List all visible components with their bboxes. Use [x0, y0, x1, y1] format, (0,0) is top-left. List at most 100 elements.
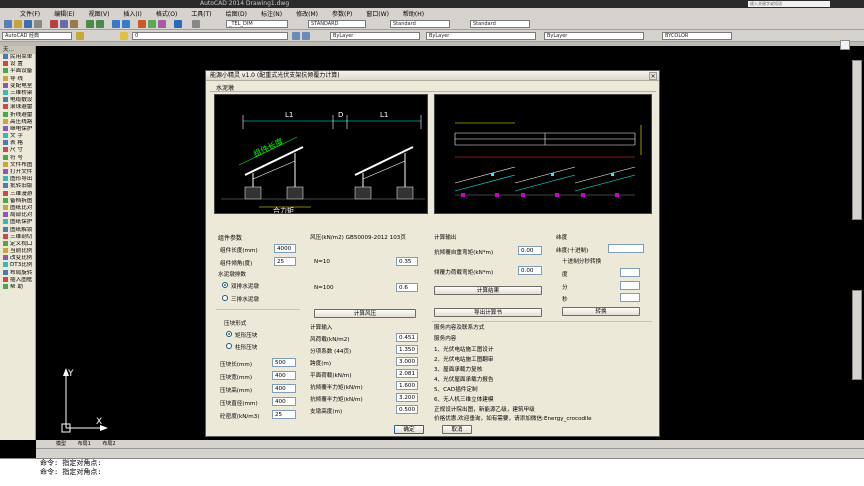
draw-toolbar[interactable]	[36, 448, 864, 458]
tablestyle-select[interactable]: Standard	[390, 20, 450, 28]
left-panel-item[interactable]: 布局旋转	[0, 269, 35, 277]
help-icon[interactable]	[174, 20, 182, 28]
pier-height-input[interactable]: 400	[272, 384, 296, 393]
new-file-icon[interactable]	[4, 20, 12, 28]
tab-layout1[interactable]: 布局1	[78, 441, 91, 447]
left-panel-item[interactable]: 图形导出	[0, 176, 35, 183]
lineweight-select[interactable]: ByLayer	[544, 32, 644, 40]
component-angle-input[interactable]: 25	[274, 257, 296, 266]
menu-view[interactable]: 视图(V)	[89, 9, 110, 18]
left-panel-item[interactable]: 三维桥架	[0, 89, 35, 97]
output-wind-moment-input[interactable]: 0.00	[518, 266, 542, 275]
calc-plane-load-input[interactable]: 2.081	[396, 369, 418, 378]
tab-layout2[interactable]: 布局2	[102, 441, 115, 447]
calc-wind-button[interactable]: 计算风压	[314, 309, 416, 318]
calc-half-moment-input-1[interactable]: 1.600	[396, 381, 418, 390]
left-panel-item[interactable]: 当前比例	[0, 248, 35, 255]
left-panel-item[interactable]: 局部比对	[0, 212, 35, 219]
modify-toolbar[interactable]	[852, 60, 862, 220]
convert-button[interactable]: 转换	[562, 307, 640, 316]
left-panel-item[interactable]: 插入图框	[0, 276, 35, 284]
draw-order-toolbar[interactable]	[852, 290, 862, 380]
print-icon[interactable]	[34, 20, 42, 28]
properties-icon[interactable]	[138, 20, 146, 28]
menu-file[interactable]: 文件(F)	[20, 9, 40, 18]
menu-insert[interactable]: 插入(I)	[123, 9, 141, 18]
radio-rect-block[interactable]	[226, 331, 232, 337]
left-panel-item[interactable]: 帮 助	[0, 284, 35, 291]
pier-width-input[interactable]: 400	[272, 371, 296, 380]
left-panel-item[interactable]: 电缆敷设	[0, 97, 35, 104]
cancel-button[interactable]: 取消	[442, 425, 472, 434]
left-panel-item[interactable]: 符 号	[0, 154, 35, 162]
tab-model[interactable]: 模型	[56, 441, 66, 447]
left-panel-item[interactable]: 折线避雷	[0, 111, 35, 119]
dimstyle-select[interactable]: _TEL_DIM	[226, 20, 288, 28]
concrete-density-input[interactable]: 25	[272, 410, 296, 419]
left-panel-item[interactable]: 设 置	[0, 61, 35, 68]
left-panel-item[interactable]: 表 格	[0, 140, 35, 147]
menu-modify[interactable]: 修改(M)	[296, 9, 318, 18]
calc-span-input[interactable]: 3.000	[396, 357, 418, 366]
menu-dimension[interactable]: 标注(N)	[261, 9, 282, 18]
left-panel-item[interactable]: 图纸保护	[0, 219, 35, 226]
left-panel-item[interactable]: 文 字	[0, 133, 35, 140]
open-file-icon[interactable]	[14, 20, 22, 28]
menu-help[interactable]: 帮助(H)	[403, 9, 424, 18]
plotstyle-select[interactable]: BYCOLOR	[662, 32, 732, 40]
radio-column-block[interactable]	[226, 343, 232, 349]
left-panel-item[interactable]: 改变比例	[0, 255, 35, 262]
command-line[interactable]: 命令: 指定对角点: 命令: 指定对角点:	[0, 458, 864, 486]
calc-pier-height-input[interactable]: 0.500	[396, 405, 418, 414]
left-panel-item[interactable]: 继电保护	[0, 125, 35, 133]
left-panel-item[interactable]: 备档拆图	[0, 197, 35, 205]
left-panel-item[interactable]: 平面设备	[0, 68, 35, 75]
search-input[interactable]: 键入关键字或短语	[748, 1, 830, 7]
undo-icon[interactable]	[86, 20, 94, 28]
left-panel-item[interactable]: 图纸解锁	[0, 226, 35, 234]
color-select[interactable]: ByLayer	[330, 32, 420, 40]
calc-half-moment-input-2[interactable]: 3.200	[396, 393, 418, 402]
menu-draw[interactable]: 绘图(D)	[226, 9, 247, 18]
workspace-select[interactable]: AutoCAD 经典	[2, 32, 72, 40]
left-panel-item[interactable]: 民用菜单	[0, 54, 35, 61]
linetype-select[interactable]: ByLayer	[426, 32, 536, 40]
paste-icon[interactable]	[70, 20, 78, 28]
export-report-button[interactable]: 导出计算书	[434, 308, 542, 317]
left-panel-item[interactable]: 滚球避雷	[0, 104, 35, 111]
left-panel-item[interactable]: 定义视口	[0, 240, 35, 248]
left-panel-item[interactable]: 高压线路	[0, 118, 35, 126]
left-panel-item[interactable]: 文件布图	[0, 161, 35, 169]
pan-icon[interactable]	[112, 20, 120, 28]
menu-format[interactable]: 格式(O)	[156, 9, 177, 18]
cut-icon[interactable]	[50, 20, 58, 28]
copy-icon[interactable]	[60, 20, 68, 28]
zoom-icon[interactable]	[122, 20, 130, 28]
textstyle-select[interactable]: STANDARD	[308, 20, 366, 28]
left-panel-item[interactable]: 尺 寸	[0, 147, 35, 154]
left-panel-item[interactable]: 导 线	[0, 75, 35, 83]
pier-length-input[interactable]: 500	[272, 358, 296, 367]
component-length-input[interactable]: 4000	[274, 244, 296, 253]
layer-select[interactable]: 0	[132, 32, 288, 40]
wind-n10-input[interactable]: 0.35	[396, 257, 418, 266]
menu-window[interactable]: 窗口(W)	[366, 9, 389, 18]
design-center-icon[interactable]	[148, 20, 156, 28]
second-input[interactable]	[620, 293, 640, 302]
left-panel-item[interactable]: 打开文件	[0, 169, 35, 176]
dialog-close-button[interactable]: ×	[649, 72, 657, 80]
left-panel-item[interactable]: DT3比例	[0, 262, 35, 269]
calc-wind-load-input[interactable]: 0.451	[396, 333, 418, 342]
menu-edit[interactable]: 编辑(E)	[54, 9, 74, 18]
degree-input[interactable]	[620, 268, 640, 277]
redo-icon[interactable]	[96, 20, 104, 28]
calc-factor-input[interactable]: 1.350	[396, 345, 418, 354]
left-panel-item[interactable]: 三维漫游	[0, 190, 35, 198]
radio-double-row[interactable]	[222, 282, 228, 288]
output-resist-moment-input[interactable]: 0.00	[518, 246, 542, 255]
calc-result-button[interactable]: 计算结果	[434, 286, 542, 295]
make-current-icon[interactable]	[292, 32, 300, 40]
left-panel-item[interactable]: 图纸比对	[0, 204, 35, 212]
layer-manager-icon[interactable]	[76, 32, 84, 40]
save-icon[interactable]	[24, 20, 32, 28]
